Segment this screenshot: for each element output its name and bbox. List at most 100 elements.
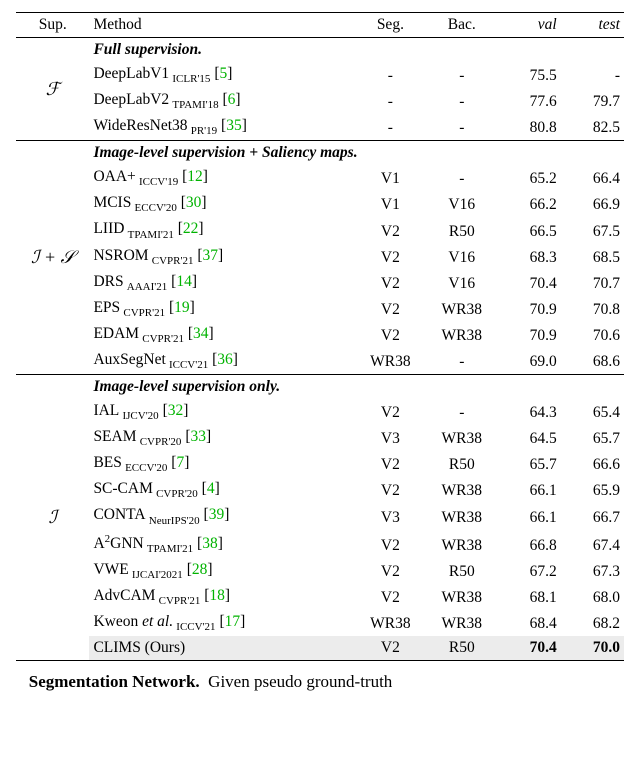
ref-link[interactable]: 39: [209, 506, 225, 523]
method-cell: MCIS ECCV'20 [30]: [89, 191, 354, 217]
ref-link[interactable]: 18: [209, 587, 225, 604]
val-cell: 70.4: [497, 636, 560, 661]
ref-link[interactable]: 7: [176, 454, 184, 471]
method-cell: A2GNN TPAMI'21 [38]: [89, 530, 354, 558]
method-cell: DeepLabV1 ICLR'15 [5]: [89, 62, 354, 88]
bac-cell: R50: [426, 451, 497, 477]
method-cell: CLIMS (Ours): [89, 636, 354, 661]
table-row: LIID TPAMI'21 [22]V2R5066.567.5: [16, 217, 624, 243]
bac-cell: R50: [426, 558, 497, 584]
method-cell: SEAM CVPR'20 [33]: [89, 425, 354, 451]
ref-link[interactable]: 38: [202, 535, 218, 552]
header-sup: Sup.: [16, 13, 89, 38]
ref-link[interactable]: 28: [192, 561, 208, 578]
sup-cell: ℱ: [16, 38, 89, 141]
method-cell: DRS AAAI'21 [14]: [89, 270, 354, 296]
seg-cell: V1: [355, 191, 426, 217]
bac-cell: WR38: [426, 530, 497, 558]
seg-cell: V2: [355, 451, 426, 477]
bac-cell: R50: [426, 636, 497, 661]
ref-link[interactable]: 17: [225, 613, 241, 630]
ref-link[interactable]: 4: [207, 480, 215, 497]
bac-cell: -: [426, 88, 497, 114]
ref-link[interactable]: 35: [226, 117, 242, 134]
test-cell: 66.9: [561, 191, 624, 217]
seg-cell: V2: [355, 584, 426, 610]
section-title: Full supervision.: [89, 38, 624, 63]
val-cell: 80.8: [497, 114, 560, 141]
table-row: NSROM CVPR'21 [37]V2V1668.368.5: [16, 244, 624, 270]
val-cell: 70.4: [497, 270, 560, 296]
method-cell: NSROM CVPR'21 [37]: [89, 244, 354, 270]
test-cell: 65.7: [561, 425, 624, 451]
val-cell: 64.3: [497, 399, 560, 425]
ref-link[interactable]: 34: [193, 325, 209, 342]
val-cell: 65.2: [497, 165, 560, 191]
table-row: Kweon et al. ICCV'21 [17]WR38WR3868.468.…: [16, 610, 624, 636]
table-header-row: Sup. Method Seg. Bac. val test: [16, 13, 624, 38]
ref-link[interactable]: 33: [190, 428, 206, 445]
header-bac: Bac.: [426, 13, 497, 38]
method-cell: AuxSegNet ICCV'21 [36]: [89, 348, 354, 375]
seg-cell: V3: [355, 425, 426, 451]
ref-link[interactable]: 30: [186, 194, 202, 211]
method-cell: EPS CVPR'21 [19]: [89, 296, 354, 322]
ref-link[interactable]: 22: [183, 220, 199, 237]
header-seg: Seg.: [355, 13, 426, 38]
seg-cell: V2: [355, 217, 426, 243]
table-row: DeepLabV2 TPAMI'18 [6]--77.679.7: [16, 88, 624, 114]
seg-cell: V2: [355, 296, 426, 322]
seg-cell: -: [355, 88, 426, 114]
sup-cell: ℐ: [16, 375, 89, 661]
ref-link[interactable]: 14: [176, 273, 192, 290]
test-cell: 66.7: [561, 503, 624, 529]
test-cell: 70.8: [561, 296, 624, 322]
ref-link[interactable]: 32: [168, 402, 184, 419]
method-cell: CONTA NeurIPS'20 [39]: [89, 503, 354, 529]
bac-cell: -: [426, 348, 497, 375]
bac-cell: V16: [426, 270, 497, 296]
section-title-row: ℐ + 𝒮Image-level supervision + Saliency …: [16, 141, 624, 166]
seg-cell: WR38: [355, 348, 426, 375]
table-row: AdvCAM CVPR'21 [18]V2WR3868.168.0: [16, 584, 624, 610]
seg-cell: V2: [355, 270, 426, 296]
val-cell: 66.5: [497, 217, 560, 243]
method-cell: DeepLabV2 TPAMI'18 [6]: [89, 88, 354, 114]
ref-link[interactable]: 19: [174, 299, 190, 316]
bac-cell: -: [426, 62, 497, 88]
caption: Segmentation Network. Given pseudo groun…: [16, 671, 624, 694]
test-cell: 68.5: [561, 244, 624, 270]
val-cell: 70.9: [497, 322, 560, 348]
ref-link[interactable]: 12: [187, 168, 203, 185]
ref-link[interactable]: 5: [219, 65, 227, 82]
table-row: WideResNet38 PR'19 [35]--80.882.5: [16, 114, 624, 141]
val-cell: 66.8: [497, 530, 560, 558]
val-cell: 68.3: [497, 244, 560, 270]
ref-link[interactable]: 36: [217, 351, 233, 368]
test-cell: 65.9: [561, 477, 624, 503]
method-cell: WideResNet38 PR'19 [35]: [89, 114, 354, 141]
seg-cell: V2: [355, 530, 426, 558]
table-row: VWE IJCAI'2021 [28]V2R5067.267.3: [16, 558, 624, 584]
bac-cell: WR38: [426, 503, 497, 529]
method-cell: AdvCAM CVPR'21 [18]: [89, 584, 354, 610]
method-cell: VWE IJCAI'2021 [28]: [89, 558, 354, 584]
test-cell: -: [561, 62, 624, 88]
seg-cell: V1: [355, 165, 426, 191]
test-cell: 68.0: [561, 584, 624, 610]
table-row: EPS CVPR'21 [19]V2WR3870.970.8: [16, 296, 624, 322]
bac-cell: WR38: [426, 322, 497, 348]
ref-link[interactable]: 37: [203, 247, 219, 264]
table-row: SEAM CVPR'20 [33]V3WR3864.565.7: [16, 425, 624, 451]
header-method: Method: [89, 13, 354, 38]
table-row: DeepLabV1 ICLR'15 [5]--75.5-: [16, 62, 624, 88]
val-cell: 66.1: [497, 503, 560, 529]
test-cell: 70.0: [561, 636, 624, 661]
ref-link[interactable]: 6: [228, 91, 236, 108]
method-cell: Kweon et al. ICCV'21 [17]: [89, 610, 354, 636]
seg-cell: V2: [355, 477, 426, 503]
val-cell: 68.1: [497, 584, 560, 610]
bac-cell: V16: [426, 244, 497, 270]
val-cell: 70.9: [497, 296, 560, 322]
val-cell: 77.6: [497, 88, 560, 114]
